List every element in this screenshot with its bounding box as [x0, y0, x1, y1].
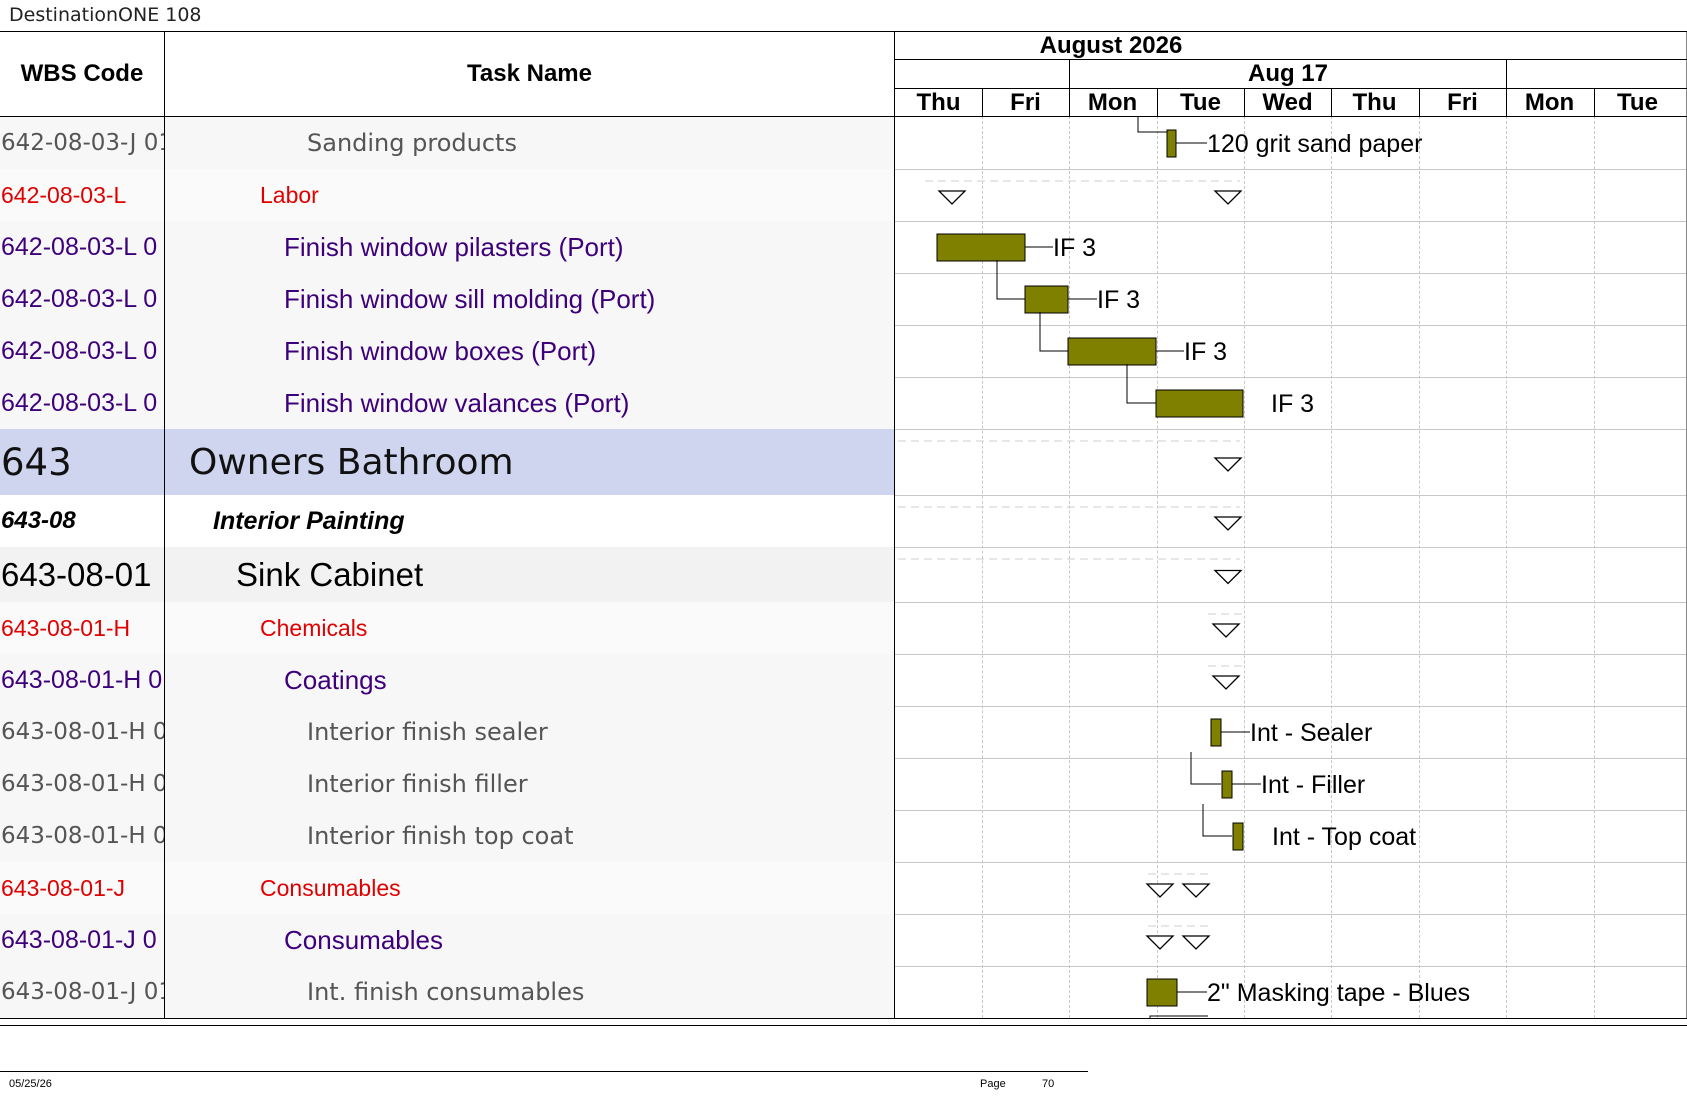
summary-marker	[937, 190, 967, 205]
footer-page-number: 70	[1042, 1078, 1055, 1090]
dependency-link	[1149, 1015, 1208, 1018]
summary-marker	[1181, 935, 1211, 950]
summary-marker	[1213, 516, 1243, 531]
footer-date: 05/25/26	[9, 1078, 52, 1090]
summary-marker	[1213, 457, 1243, 472]
document-title: DestinationONE 108	[9, 4, 202, 26]
summary-marker	[1211, 675, 1241, 690]
footer-page-label: Page	[980, 1078, 1006, 1090]
task-bar	[1221, 770, 1233, 799]
task-bar	[1067, 337, 1157, 366]
bar-label: IF 3	[1053, 234, 1096, 262]
dependency-link	[1039, 312, 1068, 352]
bar-label: IF 3	[1097, 286, 1140, 314]
dependency-link	[1202, 804, 1232, 837]
dependency-link	[1126, 364, 1156, 404]
bar-label: Int - Filler	[1261, 771, 1365, 799]
footer-divider	[0, 1071, 1088, 1072]
bar-label: IF 3	[1271, 390, 1314, 418]
task-bar	[1155, 389, 1244, 418]
summary-marker	[1145, 883, 1175, 898]
task-bar	[1024, 285, 1069, 314]
dependency-link	[996, 260, 1025, 300]
task-bar	[1232, 822, 1244, 851]
task-bar	[1146, 978, 1178, 1007]
task-bar	[1210, 718, 1222, 747]
summary-marker	[1211, 623, 1241, 638]
task-bar	[1166, 129, 1177, 158]
bar-label: Int - Sealer	[1250, 719, 1372, 747]
dependency-link	[1190, 752, 1221, 785]
gantt-chart: 120 grit sand paperIF 3IF 3IF 3IF 3Int -…	[898, 117, 1470, 1018]
summary-marker	[1213, 569, 1243, 585]
summary-marker	[1145, 935, 1175, 950]
bar-label: Int - Top coat	[1272, 823, 1416, 851]
bar-label: IF 3	[1184, 338, 1227, 366]
summary-marker	[1181, 883, 1211, 898]
bar-label: 120 grit sand paper	[1207, 130, 1422, 158]
schedule-table: 642-08-03-J 01 Sanding products 642-08-03-…	[0, 31, 1687, 1026]
summary-marker	[1213, 190, 1243, 205]
task-bar	[936, 233, 1026, 262]
bar-label: 2" Masking tape - Blues	[1207, 979, 1470, 1007]
